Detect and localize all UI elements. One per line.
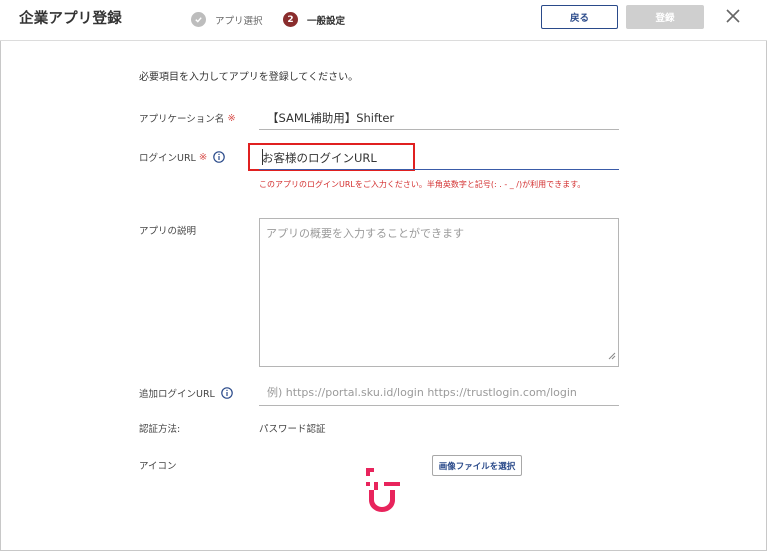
step-number-badge: 2 (283, 12, 298, 27)
step-label: 一般設定 (307, 15, 346, 27)
login-url-error: このアプリのログインURLをご入力ください。半角英数字と記号(: . - _ /… (259, 180, 586, 189)
auth-method-label: 認証方法: (139, 421, 180, 435)
register-button[interactable]: 登録 (626, 5, 704, 29)
close-icon[interactable] (722, 5, 744, 27)
page-title: 企業アプリ登録 (19, 11, 122, 27)
auth-method-value: パスワード認証 (259, 424, 326, 435)
description-placeholder: アプリの概要を入力することができます (266, 227, 464, 240)
step-label: アプリ選択 (215, 15, 263, 27)
step-general-settings: 2 一般設定 (283, 12, 345, 27)
label-text: 追加ログインURL (139, 389, 215, 400)
app-logo-icon (360, 466, 405, 518)
header-bar: 企業アプリ登録 アプリ選択 2 一般設定 戻る 登録 (0, 0, 767, 41)
label-text: アイコン (139, 461, 177, 472)
app-name-field[interactable]: 【SAML補助用】Shifter (259, 108, 619, 130)
login-url-underline (259, 169, 619, 170)
label-text: アプリケーション名 (139, 114, 225, 125)
required-mark: ※ (198, 151, 208, 163)
login-url-label: ログインURL ※ (139, 150, 226, 164)
login-url-input[interactable]: お客様のログインURL (262, 150, 377, 166)
select-image-button[interactable]: 画像ファイルを選択 (432, 455, 522, 476)
label-text: アプリの説明 (139, 226, 197, 237)
info-icon[interactable] (221, 387, 233, 399)
check-icon (191, 12, 206, 27)
step-app-select: アプリ選択 (191, 12, 263, 27)
extra-login-url-placeholder: 例) https://portal.sku.id/login https://t… (267, 386, 577, 399)
label-text: 認証方法: (139, 424, 181, 435)
resize-handle-icon[interactable] (608, 345, 616, 364)
app-name-value: 【SAML補助用】Shifter (267, 111, 395, 125)
app-name-label: アプリケーション名 ※ (139, 111, 236, 126)
description-label: アプリの説明 (139, 223, 196, 237)
icon-label: アイコン (139, 458, 177, 472)
back-button[interactable]: 戻る (541, 5, 618, 29)
label-text: ログインURL (139, 153, 196, 164)
intro-text: 必要項目を入力してアプリを登録してください。 (139, 72, 359, 83)
info-icon[interactable] (213, 151, 226, 163)
description-textarea[interactable]: アプリの概要を入力することができます (259, 218, 619, 367)
extra-login-url-field[interactable]: 例) https://portal.sku.id/login https://t… (259, 382, 619, 406)
required-mark: ※ (227, 112, 236, 124)
extra-login-url-label: 追加ログインURL (139, 386, 233, 400)
